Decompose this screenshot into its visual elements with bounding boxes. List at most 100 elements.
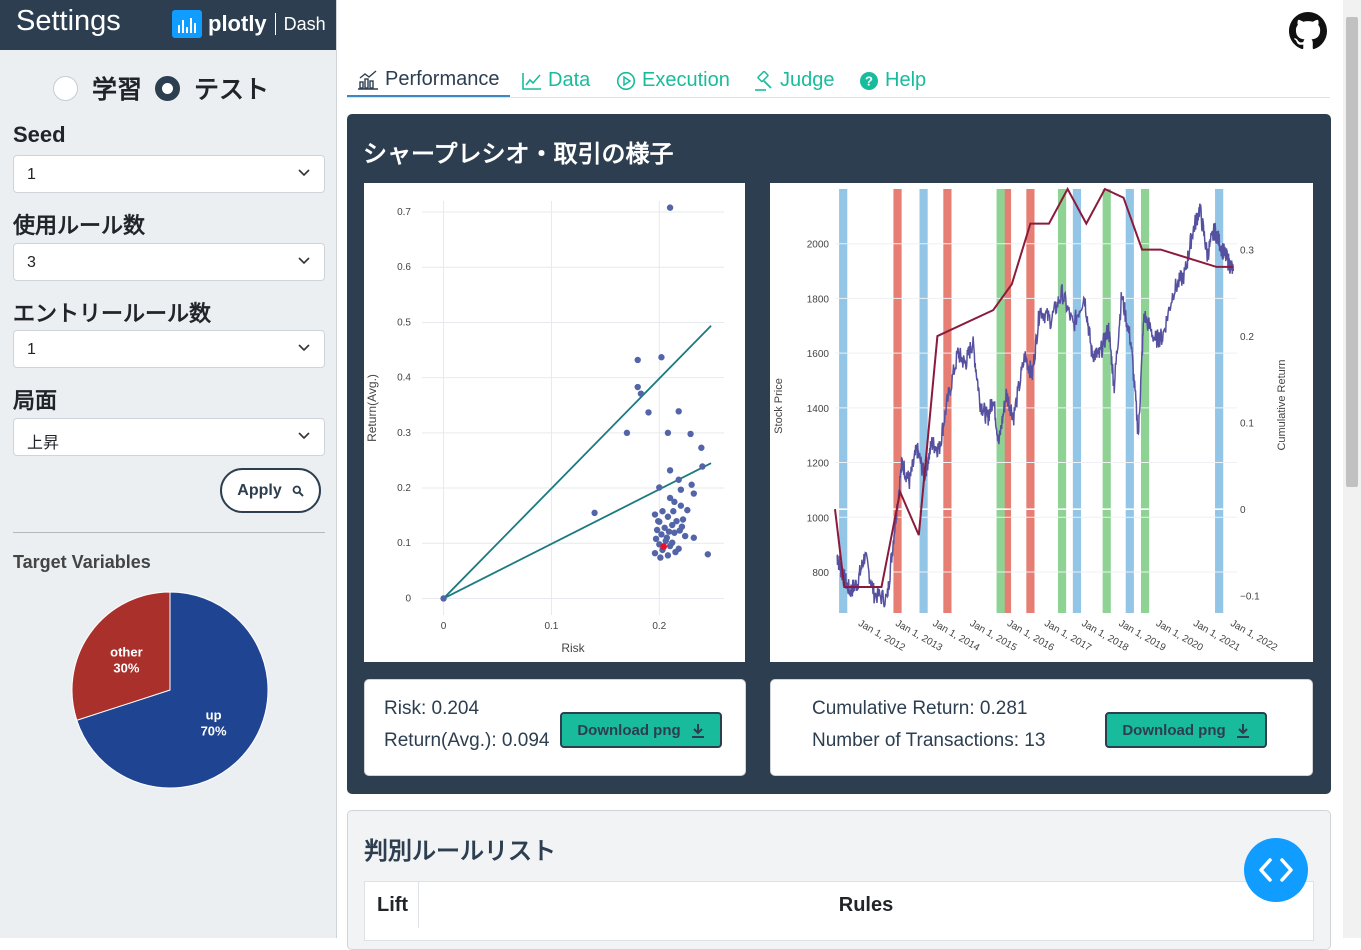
pie-pct-other: 30% [113, 660, 139, 675]
scatter-point [675, 476, 682, 483]
y2-tick-label: 0.3 [1240, 246, 1254, 257]
apply-button[interactable]: Apply [220, 468, 321, 513]
scatter-point [684, 506, 691, 514]
sidebar-title: Settings [16, 5, 121, 37]
scrollbar-thumb[interactable] [1346, 17, 1358, 487]
pie-pct-up: 70% [201, 724, 227, 739]
y-tick-label: 1600 [807, 349, 830, 360]
radio-label-test: テスト [194, 76, 270, 104]
tab-help[interactable]: ? Help [859, 64, 926, 97]
chart-line-icon [522, 72, 541, 90]
y-tick-label: 0.7 [397, 207, 411, 218]
y-axis-label: Stock Price [773, 378, 785, 434]
origin-point [440, 595, 447, 602]
scatter-point [656, 484, 663, 491]
pie-label-up: up [206, 708, 222, 723]
code-icon [1259, 858, 1293, 882]
phase-value: 上昇 [27, 435, 60, 452]
scatter-point [677, 486, 685, 493]
plotly-dash-logo: plotly Dash [172, 9, 326, 39]
return-text: Return(Avg.): 0.094 [384, 730, 550, 751]
settings-sidebar: Settings plotly Dash 学習 テスト Seed 1 使用ルール… [0, 0, 337, 938]
chevron-down-icon [298, 344, 310, 352]
download-png-button[interactable]: Download png [560, 712, 722, 748]
rules-count-label: 使用ルール数 [13, 213, 146, 238]
sharpe-summary-card: Risk: 0.204 Return(Avg.): 0.094 Download… [364, 679, 746, 776]
tab-help-label: Help [885, 69, 927, 91]
x-tick-label: 0.2 [652, 621, 666, 632]
scatter-point [666, 467, 674, 474]
scatter-point [677, 502, 685, 509]
tab-execution-label: Execution [642, 69, 730, 91]
scatter-point [672, 548, 679, 556]
y2-tick-label: 0 [1240, 505, 1246, 516]
performance-panel: シャープレシオ・取引の様子 0 0.1 0.2 0 0.1 0.2 0.3 0.4 0.5 0.6… [347, 114, 1331, 794]
tab-data[interactable]: Data [522, 64, 590, 97]
x-tick-label: 0 [441, 621, 447, 632]
cumulative-return-text: Cumulative Return: 0.281 [812, 698, 1028, 719]
gavel-icon [755, 70, 772, 91]
tab-execution[interactable]: Execution [616, 64, 730, 97]
mode-radio-train[interactable]: 学習 [53, 70, 142, 106]
scatter-point [690, 490, 697, 497]
page-scrollbar[interactable] [1343, 0, 1361, 938]
scatter-point [688, 481, 695, 488]
sharpe-line [442, 325, 712, 600]
target-variables-pie-chart: up70% other30% [71, 591, 269, 789]
main-content: Performance Data Execution Judge ? Help シ… [338, 0, 1343, 950]
y-tick-label: 800 [812, 568, 829, 579]
sharpe-scatter-plot: 0 0.1 0.2 0 0.1 0.2 0.3 0.4 0.5 0.6 0.7 Risk Return(… [364, 183, 745, 662]
rules-count-select[interactable]: 3 [13, 243, 325, 281]
scatter-point [666, 542, 674, 550]
seed-value: 1 [27, 166, 36, 183]
scatter-point [658, 531, 665, 538]
column-header-lift[interactable]: Lift [365, 882, 419, 928]
scatter-point [664, 513, 672, 520]
scatter-point [669, 521, 676, 529]
band-blue [1125, 189, 1134, 613]
x-axis-label: Risk [561, 641, 585, 655]
y2-tick-label: 0.2 [1240, 332, 1254, 343]
scatter-point [699, 463, 706, 470]
y-tick-label: 1800 [807, 294, 830, 305]
mode-radio-test[interactable]: テスト [155, 70, 269, 106]
scatter-point [651, 511, 659, 518]
y-tick-label: 0.2 [397, 483, 411, 494]
target-variables-title: Target Variables [13, 552, 151, 572]
y-tick-label: 0.1 [397, 538, 411, 549]
y-tick-label: 1400 [807, 404, 830, 415]
radio-circle-selected[interactable] [155, 75, 180, 101]
entry-rules-select[interactable]: 1 [13, 330, 325, 368]
entry-rules-value: 1 [27, 341, 36, 358]
band-blue [919, 189, 928, 613]
svg-text:?: ? [865, 73, 873, 88]
github-icon[interactable] [1289, 12, 1327, 50]
tab-performance[interactable]: Performance [347, 64, 510, 97]
performance-title: シャープレシオ・取引の様子 [363, 141, 674, 168]
rules-count-value: 3 [27, 254, 36, 271]
y2-axis-label: Cumulative Return [1276, 359, 1288, 450]
y-tick-label: 0.4 [397, 373, 411, 384]
tab-bar: Performance Data Execution Judge ? Help [347, 56, 1330, 98]
radio-circle[interactable] [53, 75, 78, 101]
entry-rules-label: エントリールール数 [13, 301, 212, 326]
scatter-point [698, 444, 705, 451]
download-png-button[interactable]: Download png [1105, 712, 1267, 748]
code-toggle-button[interactable] [1244, 838, 1308, 902]
chevron-down-icon [298, 257, 310, 265]
apply-label: Apply [237, 481, 282, 499]
seed-label: Seed [13, 122, 66, 147]
question-circle-icon: ? [860, 71, 878, 90]
rules-panel: 判別ルールリスト Lift Rules [347, 810, 1331, 950]
scatter-point [591, 509, 598, 517]
scatter-point [679, 516, 687, 523]
y-tick-label: 1000 [807, 513, 830, 524]
column-header-rules[interactable]: Rules [419, 882, 1313, 928]
phase-select[interactable]: 上昇 [13, 418, 325, 456]
chart-bar-icon [358, 69, 378, 90]
tab-judge[interactable]: Judge [752, 64, 835, 97]
seed-select[interactable]: 1 [13, 155, 325, 193]
scatter-point [655, 517, 662, 525]
sidebar-divider [13, 532, 325, 533]
band-green [1057, 189, 1067, 613]
